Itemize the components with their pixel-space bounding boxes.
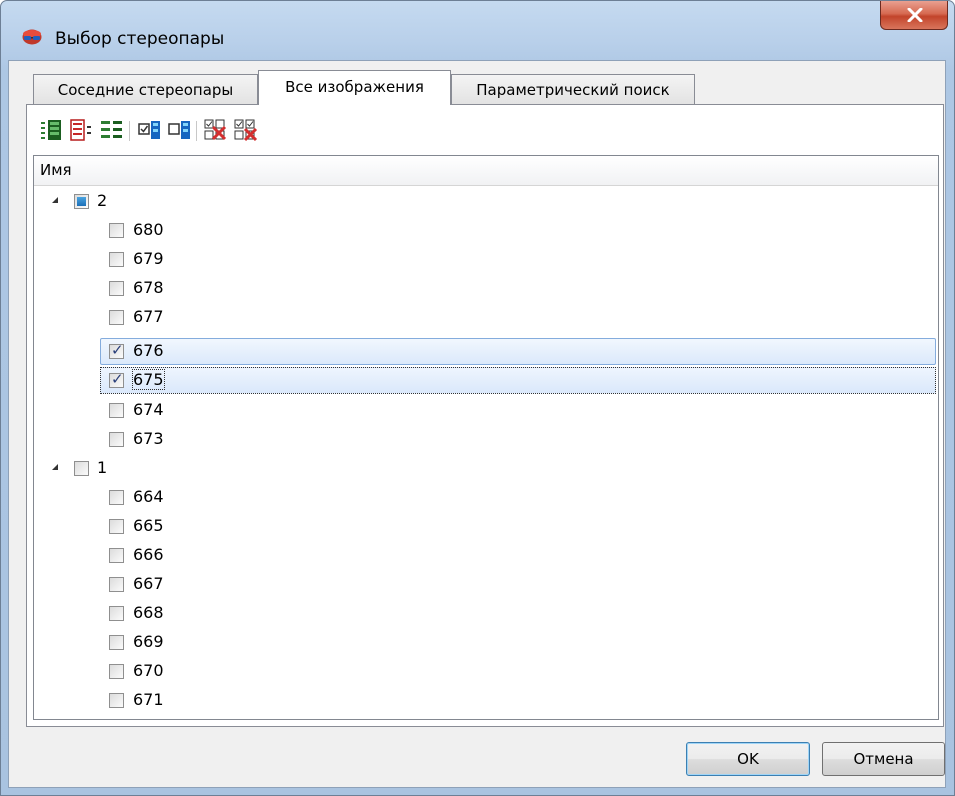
check-all-icon[interactable] — [138, 118, 162, 142]
tree-item-row[interactable]: 679 — [34, 245, 938, 274]
item-checkbox[interactable] — [109, 635, 124, 650]
column-header-label: Имя — [40, 161, 72, 179]
expander-icon[interactable] — [52, 197, 58, 203]
image-tree[interactable]: Имя 2 680 679 678 677 676 675 674 673 — [33, 155, 939, 720]
tab-label: Параметрический поиск — [476, 81, 670, 99]
item-checkbox[interactable] — [109, 606, 124, 621]
item-checkbox[interactable] — [109, 432, 124, 447]
item-label: 680 — [133, 220, 164, 239]
item-label: 664 — [133, 487, 164, 506]
item-checkbox[interactable] — [109, 223, 124, 238]
close-button[interactable] — [880, 1, 948, 30]
item-checkbox[interactable] — [109, 310, 124, 325]
tab-label: Все изображения — [285, 78, 424, 96]
item-label: 674 — [133, 400, 164, 419]
tree-item-row[interactable]: 668 — [34, 599, 938, 628]
ok-button[interactable]: OK — [686, 742, 810, 776]
tree-item-row[interactable]: 680 — [34, 216, 938, 245]
selection-highlight — [100, 338, 936, 365]
item-label: 679 — [133, 249, 164, 268]
tree-group-row[interactable]: 1 — [34, 454, 938, 483]
expand-selected-icon[interactable] — [100, 118, 124, 142]
item-checkbox[interactable] — [109, 577, 124, 592]
close-icon — [907, 8, 923, 22]
tab-neighbor-stereopairs[interactable]: Соседние стереопары — [33, 74, 258, 105]
item-label: 669 — [133, 632, 164, 651]
item-label: 678 — [133, 278, 164, 297]
tree-item-row[interactable]: 677 — [34, 303, 938, 332]
toolbar-separator — [129, 121, 130, 141]
remove-all-icon[interactable] — [234, 118, 258, 142]
item-label: 675 — [132, 369, 165, 390]
item-label: 673 — [133, 429, 164, 448]
tree-item-row[interactable]: 674 — [34, 396, 938, 425]
tree-item-row[interactable]: 670 — [34, 657, 938, 686]
item-checkbox[interactable] — [109, 519, 124, 534]
item-checkbox[interactable] — [109, 370, 124, 388]
group-label: 1 — [97, 458, 108, 477]
expander-icon[interactable] — [52, 464, 58, 470]
group-label: 2 — [97, 191, 108, 210]
toolbar-separator — [196, 121, 197, 141]
item-checkbox[interactable] — [109, 548, 124, 563]
item-label: 676 — [133, 341, 164, 360]
cancel-button[interactable]: Отмена — [822, 742, 945, 776]
tree-item-row-selected[interactable]: 676 — [34, 337, 938, 366]
window-title: Выбор стереопары — [55, 29, 225, 49]
column-header-name[interactable]: Имя — [34, 156, 938, 186]
selection-highlight — [100, 367, 936, 394]
item-checkbox[interactable] — [109, 252, 124, 267]
item-label: 666 — [133, 545, 164, 564]
title-bar[interactable]: Выбор стереопары — [1, 1, 954, 61]
tree-item-row[interactable]: 678 — [34, 274, 938, 303]
item-checkbox[interactable] — [109, 403, 124, 418]
item-label: 670 — [133, 661, 164, 680]
tree-item-row[interactable]: 664 — [34, 483, 938, 512]
item-checkbox[interactable] — [109, 341, 124, 359]
item-checkbox[interactable] — [109, 490, 124, 505]
tree-group-row[interactable]: 2 — [34, 187, 938, 216]
item-label: 667 — [133, 574, 164, 593]
tree-item-row[interactable]: 671 — [34, 686, 938, 715]
tab-all-images[interactable]: Все изображения — [258, 70, 451, 105]
tree-item-row[interactable]: 669 — [34, 628, 938, 657]
item-label: 677 — [133, 307, 164, 326]
item-label: 668 — [133, 603, 164, 622]
collapse-all-icon[interactable] — [70, 118, 94, 142]
tree-item-row[interactable]: 666 — [34, 541, 938, 570]
item-checkbox[interactable] — [109, 664, 124, 679]
tree-item-row[interactable]: 667 — [34, 570, 938, 599]
stereo-glasses-icon — [22, 29, 42, 45]
tree-item-row[interactable]: 665 — [34, 512, 938, 541]
tree-item-row-focused[interactable]: 675 — [34, 366, 938, 395]
expand-all-icon[interactable] — [40, 118, 64, 142]
item-checkbox[interactable] — [109, 281, 124, 296]
item-label: 671 — [133, 690, 164, 709]
tree-item-row[interactable]: 673 — [34, 425, 938, 454]
remove-checked-icon[interactable] — [204, 118, 228, 142]
tab-label: Соседние стереопары — [57, 81, 234, 99]
group-checkbox[interactable] — [74, 194, 89, 209]
uncheck-all-icon[interactable] — [168, 118, 192, 142]
item-checkbox[interactable] — [109, 693, 124, 708]
group-checkbox[interactable] — [74, 461, 89, 476]
tab-parametric-search[interactable]: Параметрический поиск — [451, 74, 695, 105]
item-label: 665 — [133, 516, 164, 535]
